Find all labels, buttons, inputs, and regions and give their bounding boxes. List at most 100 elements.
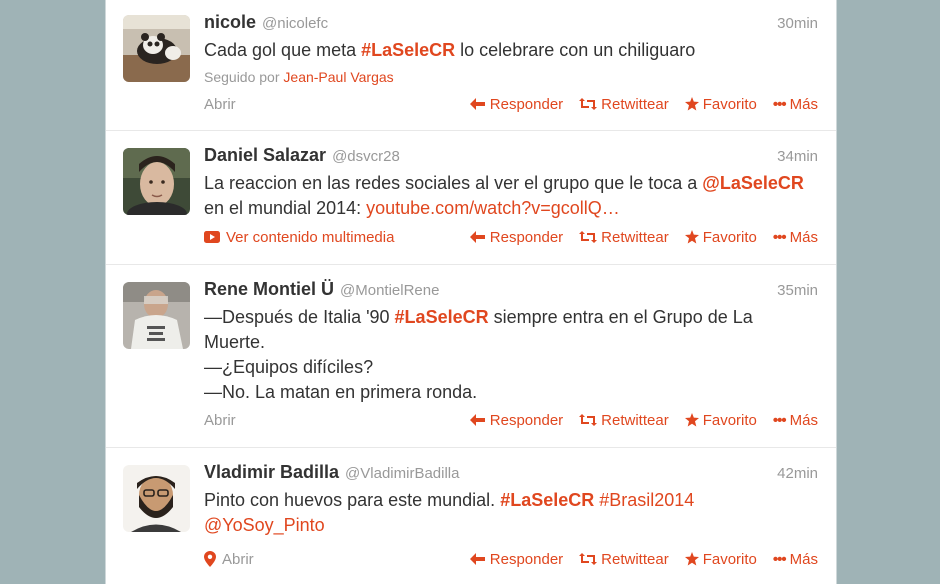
tweet-header: nicole @nicolefc 30min: [204, 12, 818, 36]
tweet-text: Cada gol que meta #LaSeleCR lo celebrare…: [204, 38, 818, 63]
more-dots-icon: •••: [772, 95, 787, 113]
favorite-button[interactable]: Favorito: [684, 228, 757, 246]
retweet-icon: [579, 553, 598, 565]
retweet-button[interactable]: Retwittear: [579, 412, 669, 429]
tweet-text-segment: en el mundial 2014:: [204, 198, 367, 218]
tweet-username[interactable]: @dsvcr28: [332, 148, 400, 165]
more-label: Más: [789, 95, 818, 113]
avatar[interactable]: [123, 282, 190, 349]
more-dots-icon: •••: [772, 411, 787, 429]
star-icon: [684, 97, 699, 111]
tweet-footer: Abrir Responder Retwittear Favorito ••• …: [204, 410, 818, 430]
favorite-label: Favorito: [702, 550, 757, 568]
avatar[interactable]: [123, 148, 190, 215]
retweet-label: Retwittear: [601, 550, 669, 568]
timeline-stream: nicole @nicolefc 30min Cada gol que meta…: [105, 0, 837, 584]
mention-link[interactable]: @YoSoy_Pinto: [204, 515, 325, 535]
tweet-timestamp[interactable]: 30min: [777, 15, 818, 32]
more-button[interactable]: ••• Más: [773, 229, 818, 246]
tweet[interactable]: Daniel Salazar @dsvcr28 34min La reaccio…: [106, 131, 836, 265]
more-button[interactable]: ••• Más: [773, 551, 818, 568]
tweet-text-segment: Pinto con huevos para este mundial.: [204, 490, 501, 510]
tweet-actions: Responder Retwittear Favorito ••• Más: [469, 411, 818, 429]
avatar[interactable]: [123, 465, 190, 532]
tweet[interactable]: nicole @nicolefc 30min Cada gol que meta…: [106, 0, 836, 131]
retweet-icon: [579, 231, 598, 243]
more-label: Más: [789, 550, 818, 568]
tweet-timestamp[interactable]: 42min: [777, 465, 818, 482]
tweet-text-segment: La reaccion en las redes sociales al ver…: [204, 173, 703, 193]
reply-label: Responder: [489, 228, 564, 246]
tweet-username[interactable]: @MontielRene: [340, 282, 439, 299]
mention-link[interactable]: @LaSeleCR: [702, 173, 804, 193]
more-label: Más: [789, 411, 818, 429]
star-icon: [684, 413, 699, 427]
tweet-header: Rene Montiel Ü @MontielRene 35min: [204, 279, 818, 303]
open-tweet-link[interactable]: Abrir: [204, 551, 254, 568]
favorite-label: Favorito: [702, 228, 757, 246]
retweet-button[interactable]: Retwittear: [579, 229, 669, 246]
favorite-button[interactable]: Favorito: [684, 95, 757, 113]
more-label: Más: [789, 228, 818, 246]
follow-context: Seguido por Jean-Paul Vargas: [204, 69, 818, 85]
reply-button[interactable]: Responder: [469, 550, 564, 568]
more-button[interactable]: ••• Más: [773, 96, 818, 113]
view-media-label: Ver contenido multimedia: [226, 228, 395, 246]
tweet-text-segment: Cada gol que meta: [204, 40, 362, 60]
open-tweet-link[interactable]: Abrir: [204, 412, 236, 429]
tweet-fullname[interactable]: nicole: [204, 12, 256, 33]
reply-label: Responder: [489, 411, 564, 429]
tweet-text-segment: —Después de Italia '90: [204, 307, 395, 327]
tweet-text-line: —¿Equipos difíciles?: [204, 357, 374, 377]
favorite-label: Favorito: [702, 95, 757, 113]
reply-button[interactable]: Responder: [469, 228, 564, 246]
reply-label: Responder: [489, 95, 564, 113]
tweet-text: —Después de Italia '90 #LaSeleCR siempre…: [204, 305, 818, 405]
retweet-button[interactable]: Retwittear: [579, 96, 669, 113]
hashtag-link[interactable]: #Brasil2014: [599, 490, 694, 510]
retweet-icon: [579, 414, 598, 426]
open-tweet-label: Abrir: [222, 550, 254, 568]
more-button[interactable]: ••• Más: [773, 412, 818, 429]
reply-arrow-icon: [469, 98, 485, 110]
tweet-text: La reaccion en las redes sociales al ver…: [204, 171, 818, 221]
tweet-username[interactable]: @VladimirBadilla: [345, 465, 459, 482]
tweet[interactable]: Vladimir Badilla @VladimirBadilla 42min …: [106, 448, 836, 584]
open-tweet-link[interactable]: Abrir: [204, 96, 236, 113]
avatar[interactable]: [123, 15, 190, 82]
reply-arrow-icon: [469, 414, 485, 426]
more-dots-icon: •••: [772, 228, 787, 246]
tweet-fullname[interactable]: Daniel Salazar: [204, 145, 326, 166]
tweet[interactable]: Rene Montiel Ü @MontielRene 35min —Despu…: [106, 265, 836, 448]
retweet-button[interactable]: Retwittear: [579, 551, 669, 568]
tweet-footer: Abrir Responder Retwittear Favorito •••: [204, 549, 818, 569]
hashtag-link[interactable]: #LaSeleCR: [395, 307, 489, 327]
tweet-username[interactable]: @nicolefc: [262, 15, 328, 32]
favorite-label: Favorito: [702, 411, 757, 429]
favorite-button[interactable]: Favorito: [684, 550, 757, 568]
tweet-fullname[interactable]: Rene Montiel Ü: [204, 279, 334, 300]
tweet-text-segment: lo celebrare con un chiliguaro: [455, 40, 696, 60]
more-dots-icon: •••: [772, 550, 787, 568]
tweet-footer: Ver contenido multimedia Responder Retwi…: [204, 227, 818, 247]
tweet-actions: Responder Retwittear Favorito ••• Más: [469, 550, 818, 568]
star-icon: [684, 230, 699, 244]
reply-button[interactable]: Responder: [469, 411, 564, 429]
location-pin-icon: [204, 551, 216, 567]
tweet-actions: Responder Retwittear Favorito ••• Más: [469, 95, 818, 113]
follow-context-label: Seguido por: [204, 69, 284, 85]
tweet-timestamp[interactable]: 34min: [777, 148, 818, 165]
follow-context-user-link[interactable]: Jean-Paul Vargas: [283, 69, 393, 85]
tweet-text-line: —No. La matan en primera ronda.: [204, 382, 478, 402]
view-media-link[interactable]: Ver contenido multimedia: [204, 228, 416, 246]
url-link[interactable]: youtube.com/watch?v=gcollQ…: [366, 198, 620, 218]
tweet-timestamp[interactable]: 35min: [777, 282, 818, 299]
reply-arrow-icon: [469, 231, 485, 243]
tweet-fullname[interactable]: Vladimir Badilla: [204, 462, 339, 483]
reply-button[interactable]: Responder: [469, 95, 564, 113]
reply-label: Responder: [489, 550, 564, 568]
favorite-button[interactable]: Favorito: [684, 411, 757, 429]
hashtag-link[interactable]: #LaSeleCR: [361, 40, 455, 60]
retweet-icon: [579, 98, 598, 110]
hashtag-link[interactable]: #LaSeleCR: [500, 490, 594, 510]
